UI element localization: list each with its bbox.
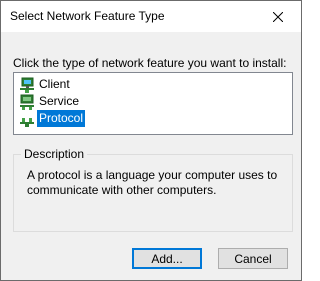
list-item-service[interactable]: Service [19, 93, 81, 110]
cancel-button[interactable]: Cancel [218, 248, 288, 269]
title-bar: Select Network Feature Type [1, 1, 301, 32]
instruction-label: Click the type of network feature you wa… [13, 56, 287, 70]
feature-type-list[interactable]: Client Service Protocol [13, 72, 293, 135]
list-item-client[interactable]: Client [19, 76, 72, 93]
client-icon [20, 77, 34, 93]
list-item-label: Service [39, 94, 80, 108]
protocol-icon [20, 117, 34, 127]
service-icon [20, 94, 34, 110]
close-icon [273, 11, 283, 22]
list-item-label: Protocol [37, 110, 86, 127]
description-text: A protocol is a language your computer u… [27, 168, 278, 197]
close-button[interactable] [255, 1, 301, 32]
description-legend: Description [21, 147, 88, 161]
dialog-title: Select Network Feature Type [10, 9, 165, 23]
list-item-label: Client [39, 77, 70, 91]
list-item-protocol[interactable]: Protocol [19, 110, 86, 127]
network-feature-dialog: Select Network Feature Type Click the ty… [0, 0, 302, 281]
add-button[interactable]: Add... [132, 248, 202, 269]
